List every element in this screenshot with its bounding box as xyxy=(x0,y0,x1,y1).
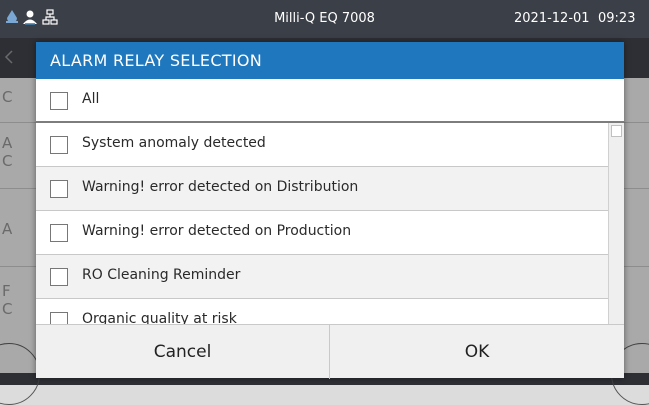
select-all-checkbox[interactable] xyxy=(50,92,68,110)
list-item[interactable]: RO Cleaning Reminder xyxy=(36,255,608,299)
item-checkbox[interactable] xyxy=(50,312,68,324)
status-bar: Milli-Q EQ 7008 2021-12-01 09:23 xyxy=(0,0,649,38)
list-item[interactable]: System anomaly detected xyxy=(36,123,608,167)
item-label: Organic quality at risk xyxy=(82,311,237,324)
status-time: 09:23 xyxy=(598,11,636,26)
status-date: 2021-12-01 xyxy=(514,11,590,26)
cancel-button[interactable]: Cancel xyxy=(36,325,330,379)
item-checkbox[interactable] xyxy=(50,180,68,198)
alarm-list[interactable]: System anomaly detected Warning! error d… xyxy=(36,123,608,324)
item-checkbox[interactable] xyxy=(50,224,68,242)
list-item[interactable]: Warning! error detected on Distribution xyxy=(36,167,608,211)
dialog-title: ALARM RELAY SELECTION xyxy=(36,42,624,79)
scrollbar-thumb[interactable] xyxy=(611,125,622,137)
list-item[interactable]: Organic quality at risk xyxy=(36,299,608,324)
ok-button[interactable]: OK xyxy=(330,325,624,379)
select-all-row[interactable]: All xyxy=(36,79,624,123)
item-checkbox[interactable] xyxy=(50,136,68,154)
list-scrollbar[interactable] xyxy=(608,123,624,324)
alarm-relay-dialog: ALARM RELAY SELECTION All System anomaly… xyxy=(36,42,624,379)
select-all-label: All xyxy=(82,91,100,107)
item-checkbox[interactable] xyxy=(50,268,68,286)
item-label: RO Cleaning Reminder xyxy=(82,267,241,283)
dialog-button-bar: Cancel OK xyxy=(36,324,624,379)
item-label: Warning! error detected on Distribution xyxy=(82,179,359,195)
item-label: System anomaly detected xyxy=(82,135,266,151)
list-item[interactable]: Warning! error detected on Production xyxy=(36,211,608,255)
item-label: Warning! error detected on Production xyxy=(82,223,352,239)
